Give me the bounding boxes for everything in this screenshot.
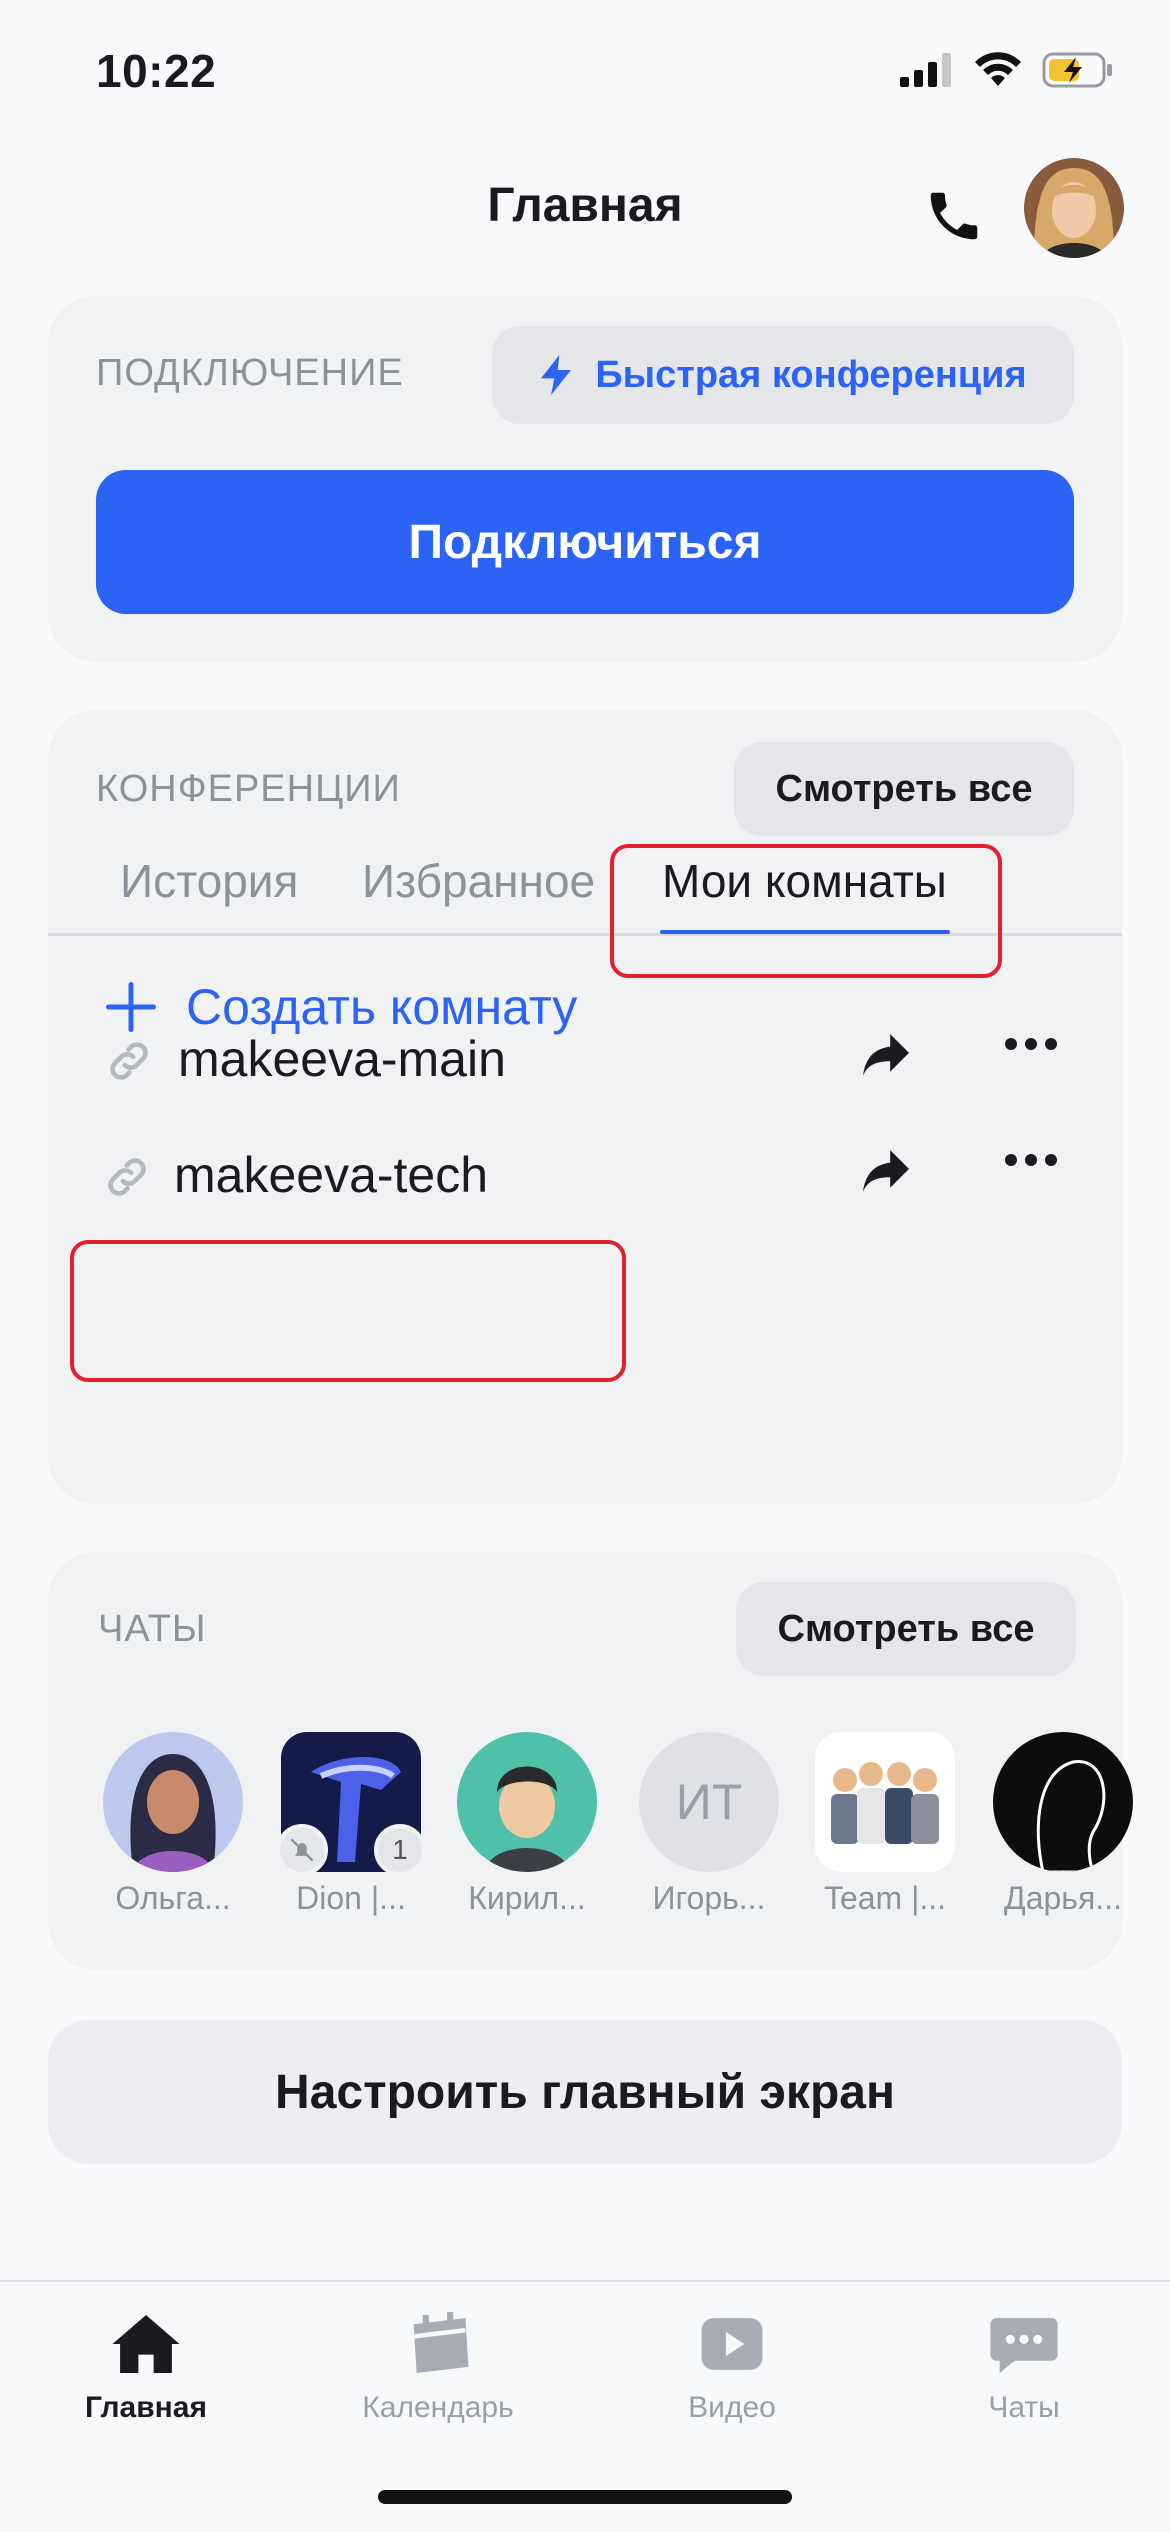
chat-list: Ольга... 1 Dion |... Кирил... ИТ Игорь..…: [48, 1732, 1133, 1932]
cellular-signal-icon: [900, 53, 951, 87]
muted-badge: [276, 1824, 328, 1876]
tabbar-label: Календарь: [362, 2391, 514, 2424]
tabbar-item-chats[interactable]: Чаты: [914, 2312, 1134, 2425]
chat-caption: Кирил...: [468, 1880, 586, 1916]
woman-avatar-icon: [103, 1732, 243, 1872]
chat-item[interactable]: Ольга...: [98, 1732, 248, 1917]
share-icon[interactable]: [860, 1148, 912, 1194]
chat-caption: Игорь...: [652, 1880, 766, 1916]
battery-icon: [1042, 52, 1112, 88]
tab-history[interactable]: История: [120, 854, 298, 908]
profile-photo-icon: [1024, 158, 1124, 258]
wifi-icon: [975, 52, 1021, 86]
status-bar: 10:22: [0, 0, 1170, 140]
chat-icon: [990, 2318, 1058, 2373]
link-icon: [108, 1158, 146, 1196]
tab-favorites[interactable]: Избранное: [362, 854, 595, 908]
more-options-icon[interactable]: [1003, 1034, 1059, 1054]
create-room-highlight: [70, 1240, 626, 1382]
team-avatar-icon: [815, 1732, 955, 1872]
connect-card: ПОДКЛЮЧЕНИЕ Быстрая конференция Подключи…: [48, 296, 1122, 662]
chat-caption: Team |...: [823, 1880, 947, 1916]
chat-item[interactable]: ИТ Игорь...: [634, 1732, 784, 1917]
calendar-icon: [413, 2312, 469, 2373]
quick-conference-label: Быстрая конференция: [595, 353, 1027, 396]
chat-item[interactable]: Team |...: [810, 1732, 960, 1917]
tabbar-label: Чаты: [988, 2391, 1060, 2424]
quick-conference-button[interactable]: Быстрая конференция: [492, 326, 1074, 424]
more-options-icon[interactable]: [1003, 1150, 1059, 1170]
create-room-button[interactable]: Создать комнату: [104, 978, 577, 1036]
chat-item[interactable]: Кирил...: [452, 1732, 602, 1917]
video-icon: [701, 2318, 763, 2370]
tabbar-item-home[interactable]: Главная: [36, 2312, 256, 2425]
silhouette-avatar-icon: [993, 1732, 1133, 1872]
chat-item[interactable]: Дарья...: [988, 1732, 1138, 1917]
unread-count-badge: 1: [374, 1824, 426, 1876]
room-name: makeeva-tech: [174, 1147, 489, 1203]
create-room-label: Создать комнату: [186, 979, 578, 1035]
room-name: makeeva-main: [178, 1031, 506, 1087]
status-icons: [900, 52, 1114, 88]
bell-off-icon: [290, 1838, 314, 1862]
chat-item[interactable]: 1 Dion |...: [276, 1732, 426, 1917]
connect-button[interactable]: Подключиться: [96, 470, 1074, 614]
top-bar: Главная: [0, 150, 1170, 270]
profile-avatar[interactable]: [1024, 158, 1124, 258]
tabbar-item-video[interactable]: Видео: [622, 2312, 842, 2425]
tabbar-item-calendar[interactable]: Календарь: [328, 2312, 548, 2425]
chats-card: ЧАТЫ Смотреть все Ольга... 1 Dion |... К…: [48, 1552, 1133, 1970]
initials-avatar: ИТ: [639, 1732, 779, 1872]
page-title: Главная: [487, 179, 683, 232]
status-time: 10:22: [96, 45, 217, 97]
share-icon[interactable]: [860, 1032, 912, 1078]
conferences-see-all-button[interactable]: Смотреть все: [734, 742, 1074, 836]
connect-section-label: ПОДКЛЮЧЕНИЕ: [96, 352, 404, 394]
man-avatar-icon: [457, 1732, 597, 1872]
call-button[interactable]: [918, 180, 990, 252]
room-item[interactable]: makeeva-tech: [48, 1130, 1122, 1220]
chat-caption: Дарья...: [1004, 1880, 1122, 1916]
plus-icon: [106, 982, 156, 1032]
chat-caption: Ольга...: [115, 1880, 231, 1916]
lightning-icon: [541, 355, 572, 395]
my-rooms-highlight: [610, 844, 1002, 978]
chat-caption: Dion |...: [296, 1880, 406, 1916]
home-indicator: [378, 2490, 792, 2504]
chats-see-all-button[interactable]: Смотреть все: [736, 1582, 1076, 1676]
chats-section-label: ЧАТЫ: [98, 1608, 207, 1650]
conferences-section-label: КОНФЕРЕНЦИИ: [96, 768, 401, 810]
phone-icon: [930, 192, 978, 240]
link-icon: [110, 1042, 148, 1080]
conferences-card: КОНФЕРЕНЦИИ Смотреть все История Избранн…: [48, 710, 1122, 1504]
customize-home-button[interactable]: Настроить главный экран: [48, 2020, 1122, 2164]
tabbar-label: Главная: [84, 2391, 207, 2424]
home-icon: [112, 2315, 180, 2373]
tabbar-label: Видео: [688, 2391, 776, 2424]
